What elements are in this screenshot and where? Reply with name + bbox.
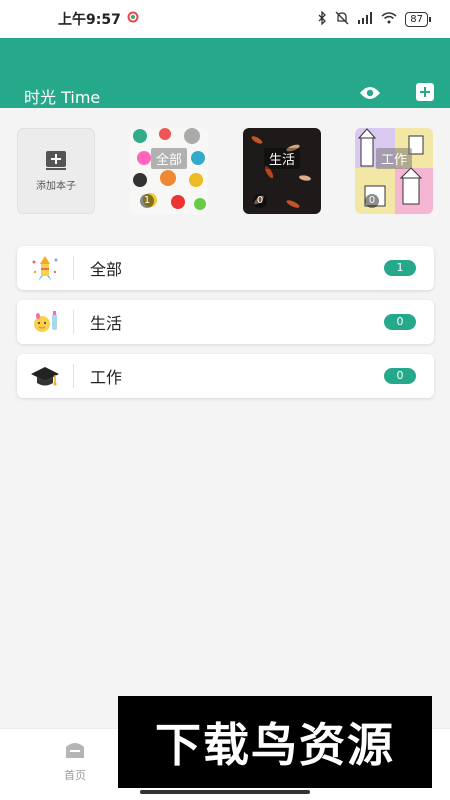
category-divider [73, 310, 74, 334]
notebook-row: 添加本子 全部 1 生活 0 工作 0 [0, 126, 450, 218]
signal-icon [357, 11, 373, 27]
battery-indicator: 87 [405, 11, 431, 27]
wifi-icon [381, 11, 397, 27]
nav-home-tab[interactable]: 首页 [50, 739, 100, 783]
bluetooth-icon [317, 9, 327, 28]
notebook-cover-count: 0 [253, 194, 267, 208]
status-bar: 上午9:57 87 [0, 0, 450, 38]
home-icon [64, 739, 86, 763]
app-title: 时光 Time [24, 88, 101, 107]
graduation-cap-icon [17, 354, 73, 398]
notebook-cover-label: 生活 [263, 148, 301, 169]
rocket-icon [17, 246, 73, 290]
add-icon[interactable] [414, 82, 436, 102]
notebook-cover-label: 全部 [150, 148, 188, 169]
add-notebook-button[interactable]: 添加本子 [17, 128, 95, 214]
notebook-cover-life[interactable]: 生活 0 [243, 128, 321, 214]
category-count-badge: 1 [384, 260, 416, 276]
category-list: 全部 1 生活 0 工作 0 [17, 246, 434, 408]
category-item-life[interactable]: 生活 0 [17, 300, 434, 344]
home-indicator[interactable] [140, 790, 310, 794]
watermark-text: 下载鸟资源 [155, 718, 395, 772]
add-notebook-icon [44, 150, 68, 171]
baby-icon [17, 300, 73, 344]
watermark-banner: 下载鸟资源 [118, 696, 432, 788]
add-notebook-label: 添加本子 [36, 180, 76, 192]
notebook-cover-work[interactable]: 工作 0 [355, 128, 433, 214]
notebook-cover-count: 1 [140, 194, 154, 208]
notebook-cover-label: 工作 [375, 148, 413, 169]
notebook-cover-count: 0 [365, 194, 379, 208]
eye-icon[interactable] [359, 83, 381, 103]
category-count-badge: 0 [384, 368, 416, 384]
notebook-cover-all[interactable]: 全部 1 [130, 128, 208, 214]
category-divider [73, 364, 74, 388]
category-name: 全部 [90, 260, 123, 279]
status-time: 上午9:57 [58, 12, 121, 28]
nav-home-label: 首页 [64, 769, 86, 782]
category-name: 工作 [90, 368, 123, 387]
category-item-work[interactable]: 工作 0 [17, 354, 434, 398]
category-item-all[interactable]: 全部 1 [17, 246, 434, 290]
category-count-badge: 0 [384, 314, 416, 330]
app-notification-icon [127, 11, 139, 27]
mute-bell-icon [335, 11, 349, 28]
category-divider [73, 256, 74, 280]
category-name: 生活 [90, 314, 123, 333]
